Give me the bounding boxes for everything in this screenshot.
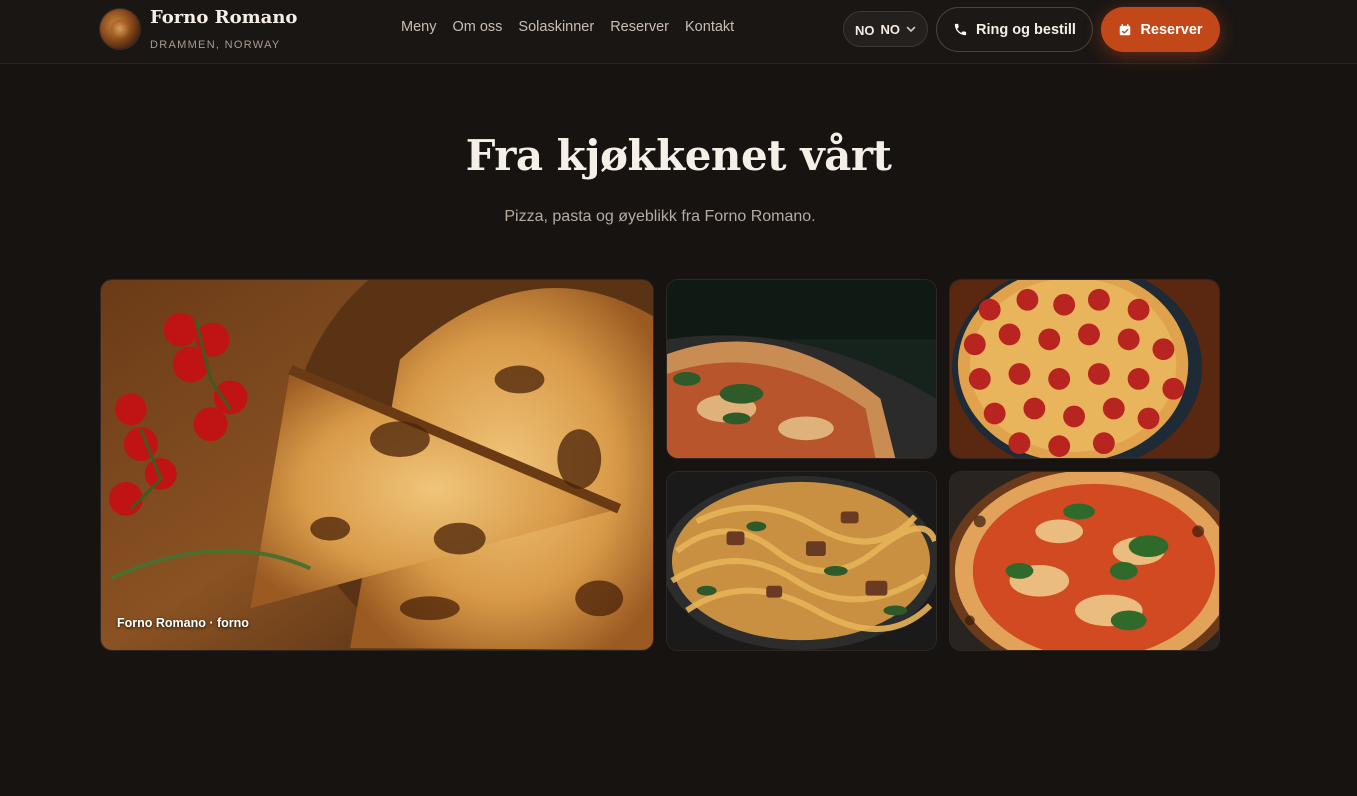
pepperoni-pizza-image xyxy=(950,280,1219,458)
brand-location: DRAMMEN, NORWAY xyxy=(150,39,281,51)
language-selected: NO xyxy=(880,21,901,37)
tagliatelle-pan-image xyxy=(667,472,936,650)
phone-icon xyxy=(954,23,967,36)
featured-photo-caption: Forno Romano · forno xyxy=(117,616,249,630)
margherita-close-up-image xyxy=(667,280,936,458)
gallery-photo-pasta[interactable] xyxy=(666,471,937,651)
brand-name[interactable]: Forno Romano xyxy=(150,7,297,28)
reserve-label: Reserver xyxy=(1140,21,1203,38)
calendar-icon xyxy=(1120,23,1131,35)
basil-pizza-image xyxy=(950,472,1219,650)
site-header: Forno Romano DRAMMEN, NORWAY Meny Om oss… xyxy=(0,0,1357,64)
pizza-slices-board-image xyxy=(101,280,653,650)
main-nav: Meny Om oss Solaskinner Reserver Kontakt xyxy=(401,19,734,35)
nav-item-solaskinner[interactable]: Solaskinner xyxy=(518,19,594,35)
brand-logo[interactable] xyxy=(100,9,140,49)
gallery-title: Fra kjøkkenet vårt xyxy=(465,131,892,180)
nav-item-meny[interactable]: Meny xyxy=(401,19,436,35)
chevron-down-icon xyxy=(906,26,916,32)
language-selector[interactable]: NO NO xyxy=(843,11,928,47)
gallery-subtitle: Pizza, pasta og øyeblikk fra Forno Roman… xyxy=(504,208,816,225)
gallery-photo-basil-pizza[interactable] xyxy=(949,471,1220,651)
nav-item-reserver[interactable]: Reserver xyxy=(610,19,669,35)
gallery-photo-pepperoni[interactable] xyxy=(949,279,1220,459)
call-order-label: Ring og bestill xyxy=(976,21,1076,38)
reserve-button[interactable]: Reserver xyxy=(1101,7,1220,52)
gallery-featured-photo[interactable]: Forno Romano · forno xyxy=(100,279,654,651)
nav-item-kontakt[interactable]: Kontakt xyxy=(685,19,734,35)
call-order-button[interactable]: Ring og bestill xyxy=(936,7,1093,52)
nav-item-om-oss[interactable]: Om oss xyxy=(452,19,502,35)
language-flag-icon: NO xyxy=(855,23,875,38)
gallery-photo-margherita[interactable] xyxy=(666,279,937,459)
